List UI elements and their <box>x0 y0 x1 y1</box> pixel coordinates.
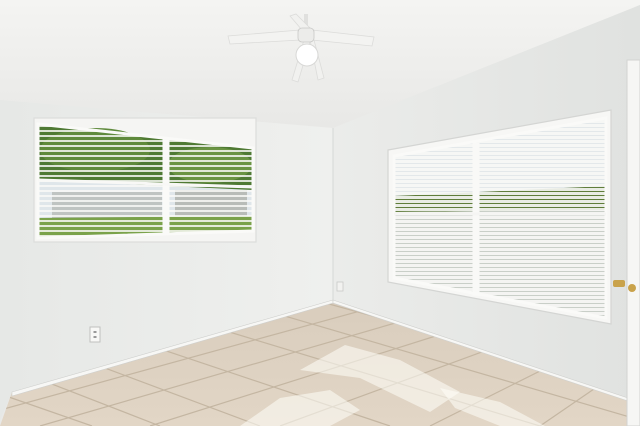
door-handle-icon <box>613 280 625 287</box>
wall-plate <box>336 281 344 292</box>
fan-light-globe <box>295 43 319 67</box>
electrical-outlet <box>89 326 101 343</box>
window-left <box>33 117 257 243</box>
room-photo <box>0 0 640 426</box>
